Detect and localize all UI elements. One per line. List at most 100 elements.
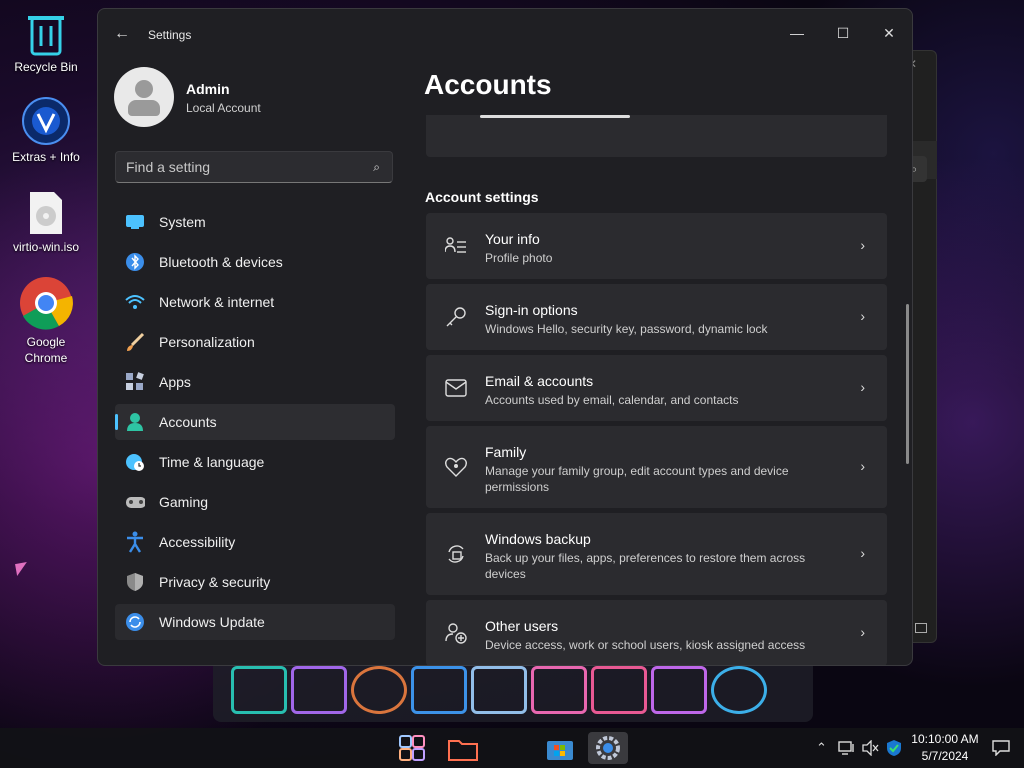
recycle-bin-icon bbox=[0, 12, 92, 56]
monitor-icon[interactable] bbox=[291, 666, 347, 714]
card-title: Other users bbox=[485, 618, 559, 634]
avatar bbox=[114, 67, 174, 127]
header-card-divider bbox=[480, 115, 630, 118]
clock-date: 5/7/2024 bbox=[921, 749, 969, 763]
music-icon[interactable] bbox=[711, 666, 767, 714]
key-icon bbox=[444, 305, 468, 329]
monitor-icon bbox=[125, 212, 145, 232]
desktop-icon-chrome[interactable]: Google Chrome bbox=[0, 276, 92, 366]
page-title: Accounts bbox=[424, 69, 552, 100]
start-icon[interactable] bbox=[392, 732, 432, 764]
sidebar-item-label: Time & language bbox=[159, 454, 265, 470]
desktop-icon-recycle-bin[interactable]: Recycle Bin bbox=[0, 12, 92, 74]
settings-window: ← Settings — ☐ ✕ Admin Local Account ⌕ S… bbox=[97, 8, 913, 666]
sidebar-item-label: Gaming bbox=[159, 494, 209, 510]
accounts-header-card bbox=[426, 115, 887, 157]
sidebar-item-label: Apps bbox=[159, 374, 191, 390]
minimize-icon[interactable]: — bbox=[774, 17, 820, 49]
disc-image-icon bbox=[0, 190, 92, 236]
sidebar-item-privacy[interactable]: Privacy & security bbox=[115, 564, 395, 600]
sidebar-item-bluetooth[interactable]: Bluetooth & devices bbox=[115, 244, 395, 280]
apps-icon bbox=[125, 372, 145, 392]
maximize-icon[interactable]: ☐ bbox=[820, 17, 866, 49]
system-clock[interactable]: 10:10:00 AM 5/7/2024 bbox=[908, 731, 982, 765]
title-bar: ← Settings — ☐ ✕ bbox=[98, 9, 912, 57]
info-icon[interactable] bbox=[471, 666, 527, 714]
card-title: Windows backup bbox=[485, 531, 591, 547]
sidebar-item-personalization[interactable]: Personalization bbox=[115, 324, 395, 360]
file-explorer-icon[interactable] bbox=[443, 732, 483, 764]
volume-muted-icon[interactable] bbox=[862, 728, 880, 768]
gamepad-icon bbox=[125, 492, 145, 512]
heart-people-icon bbox=[444, 455, 468, 479]
sidebar-item-label: Personalization bbox=[159, 334, 255, 350]
update-icon bbox=[125, 612, 145, 632]
chevron-right-icon: › bbox=[860, 308, 865, 324]
sidebar-item-windows-update[interactable]: Windows Update bbox=[115, 604, 395, 640]
profile-name: Admin bbox=[186, 81, 230, 97]
wifi-icon bbox=[125, 292, 145, 312]
mail-icon bbox=[444, 376, 468, 400]
desktop-icon-label: Extras + Info bbox=[12, 150, 80, 164]
gear-icon[interactable] bbox=[351, 666, 407, 714]
camera-icon[interactable] bbox=[651, 666, 707, 714]
person-add-icon bbox=[444, 621, 468, 645]
card-title: Sign-in options bbox=[485, 302, 578, 318]
card-windows-backup[interactable]: Windows backup Back up your files, apps,… bbox=[426, 513, 887, 595]
back-arrow-icon[interactable]: ← bbox=[114, 25, 132, 43]
card-title: Your info bbox=[485, 231, 540, 247]
defender-shield-icon[interactable] bbox=[886, 728, 902, 768]
shield-icon bbox=[125, 572, 145, 592]
card-other-users[interactable]: Other users Device access, work or schoo… bbox=[426, 600, 887, 665]
settings-icon[interactable] bbox=[588, 732, 628, 764]
card-description: Device access, work or school users, kio… bbox=[485, 638, 806, 652]
desktop-icon-extras[interactable]: Extras + Info bbox=[0, 96, 92, 164]
chevron-right-icon: › bbox=[860, 237, 865, 253]
search-input[interactable] bbox=[116, 152, 356, 182]
sidebar-item-label: Windows Update bbox=[159, 614, 265, 630]
sidebar-item-gaming[interactable]: Gaming bbox=[115, 484, 395, 520]
sidebar-item-network[interactable]: Network & internet bbox=[115, 284, 395, 320]
brush-icon bbox=[125, 332, 145, 352]
card-your-info[interactable]: Your info Profile photo › bbox=[426, 213, 887, 279]
card-sign-in-options[interactable]: Sign-in options Windows Hello, security … bbox=[426, 284, 887, 350]
user-profile[interactable]: Admin Local Account bbox=[114, 67, 394, 131]
notification-icon[interactable] bbox=[992, 728, 1010, 768]
section-heading: Account settings bbox=[425, 189, 539, 205]
sidebar-item-label: Bluetooth & devices bbox=[159, 254, 283, 270]
video-icon[interactable] bbox=[591, 666, 647, 714]
extras-icon bbox=[0, 96, 92, 146]
card-family[interactable]: Family Manage your family group, edit ac… bbox=[426, 426, 887, 508]
person-lines-icon bbox=[444, 234, 468, 258]
desktop-icon-label: virtio-win.iso bbox=[12, 240, 79, 254]
sidebar-item-accessibility[interactable]: Accessibility bbox=[115, 524, 395, 560]
scrollbar[interactable] bbox=[906, 304, 909, 464]
card-title: Email & accounts bbox=[485, 373, 594, 389]
sidebar-item-system[interactable]: System bbox=[115, 204, 395, 240]
sidebar-item-label: Accounts bbox=[159, 414, 217, 430]
trash-icon[interactable] bbox=[231, 666, 287, 714]
sidebar-item-time-language[interactable]: Time & language bbox=[115, 444, 395, 480]
sidebar-item-label: System bbox=[159, 214, 206, 230]
person-icon bbox=[125, 412, 145, 432]
store-icon[interactable] bbox=[540, 732, 580, 764]
card-description: Manage your family group, edit account t… bbox=[485, 464, 789, 494]
card-email-accounts[interactable]: Email & accounts Accounts used by email,… bbox=[426, 355, 887, 421]
selection-indicator bbox=[115, 414, 118, 430]
search-icon[interactable]: ⌕ bbox=[373, 160, 380, 175]
network-icon[interactable] bbox=[838, 728, 856, 768]
list-icon[interactable] bbox=[531, 666, 587, 714]
sidebar-item-label: Network & internet bbox=[159, 294, 275, 310]
close-icon[interactable]: ✕ bbox=[866, 17, 912, 49]
chevron-right-icon: › bbox=[860, 624, 865, 640]
tray-chevron-up-icon[interactable]: ⌃ bbox=[816, 728, 827, 768]
window-title: Settings bbox=[148, 28, 192, 42]
card-title: Family bbox=[485, 444, 527, 460]
card-description: Accounts used by email, calendar, and co… bbox=[485, 393, 739, 407]
chevron-right-icon: › bbox=[860, 458, 865, 474]
sidebar-item-apps[interactable]: Apps bbox=[115, 364, 395, 400]
sidebar-item-accounts[interactable]: Accounts bbox=[115, 404, 395, 440]
desktop-icon-virtio[interactable]: virtio-win.iso bbox=[0, 190, 92, 254]
taskbar: ⌃ 10:10:00 AM 5/7/2024 bbox=[0, 728, 1024, 768]
download-icon[interactable] bbox=[411, 666, 467, 714]
